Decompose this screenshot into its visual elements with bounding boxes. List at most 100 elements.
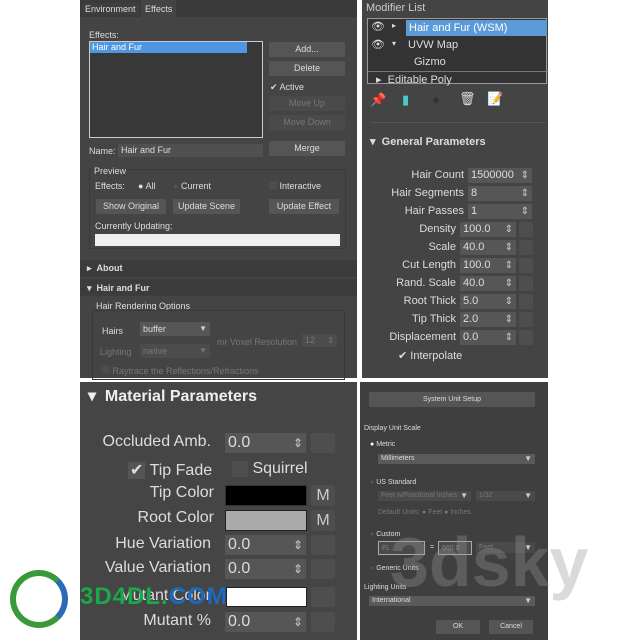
param-spinner[interactable]: 5.0 ⇕ <box>460 294 516 309</box>
value-variation-label: Value Variation <box>104 559 211 576</box>
param-label: Tip Thick <box>411 313 456 325</box>
param-map-button[interactable] <box>519 294 533 309</box>
add-button[interactable]: Add... <box>269 42 345 57</box>
display-unit-scale-label: Display Unit Scale <box>364 425 421 432</box>
mutant-percent-label: Mutant % <box>143 612 211 629</box>
merge-button[interactable]: Merge <box>269 141 345 156</box>
eye-icon[interactable]: 👁 <box>371 38 385 51</box>
hair-fur-rollout[interactable]: ▾ Hair and Fur <box>87 283 150 294</box>
metric-radio[interactable]: ● Metric <box>370 441 395 448</box>
tip-color-label: Tip Color <box>149 484 214 501</box>
param-map-button[interactable] <box>519 312 533 327</box>
currently-updating-label: Currently Updating: <box>95 221 173 231</box>
lighting-dropdown[interactable]: native ▼ <box>140 344 210 358</box>
lighting-label: Lighting <box>100 347 132 357</box>
radio-current[interactable]: ● Current <box>173 181 211 191</box>
tip-color-map-button[interactable]: M <box>311 485 335 506</box>
param-label: Hair Segments <box>391 187 464 199</box>
modifier-list-dropdown[interactable]: Modifier List <box>366 2 425 14</box>
param-spinner[interactable]: 40.0 ⇕ <box>460 276 516 291</box>
metric-dropdown[interactable]: Millimeters ▼ <box>378 454 535 464</box>
tab-environment[interactable]: Environment <box>82 3 139 15</box>
hue-variation-label: Hue Variation <box>115 535 211 552</box>
param-spinner[interactable]: 2.0 ⇕ <box>460 312 516 327</box>
move-down-button[interactable]: Move Down <box>269 115 345 130</box>
squirrel-checkbox[interactable]: Squirrel <box>232 460 308 478</box>
param-spinner[interactable]: 0.0 ⇕ <box>460 330 516 345</box>
param-spinner[interactable]: 1 ⇕ <box>468 204 532 219</box>
show-original-button[interactable]: Show Original <box>96 199 166 214</box>
root-color-swatch[interactable] <box>225 510 307 531</box>
root-color-map-button[interactable]: M <box>311 510 335 531</box>
units-panel: System Unit Setup Display Unit Scale ● M… <box>360 382 588 640</box>
param-map-button[interactable] <box>519 240 533 255</box>
param-map-button[interactable] <box>519 258 533 273</box>
cancel-button[interactable]: Cancel <box>489 620 533 634</box>
delete-button[interactable]: Delete <box>269 61 345 76</box>
configure-icon[interactable]: 📝 <box>487 91 503 107</box>
mutant-percent-spinner[interactable]: 0.0 ⇕ <box>225 612 306 632</box>
param-label: Root Thick <box>403 295 456 307</box>
effects-panel: Environment Effects Effects: Hair and Fu… <box>80 0 357 380</box>
param-label: Displacement <box>389 331 456 343</box>
stack-item-hair-and-fur[interactable]: Hair and Fur (WSM) <box>406 20 547 36</box>
trash-icon[interactable]: 🗑 <box>459 91 476 107</box>
raytrace-checkbox[interactable]: Raytrace the Reflections/Refractions <box>102 366 259 376</box>
voxel-spinner[interactable]: 12 ⇕ <box>302 334 337 347</box>
occluded-map-button[interactable] <box>311 433 335 453</box>
mutant-pct-map-button[interactable] <box>311 612 335 632</box>
voxel-label: mr Voxel Resolution <box>217 337 298 347</box>
3d4dl-text-logo: 3D4DL.COM <box>80 583 228 610</box>
param-spinner[interactable]: 8 ⇕ <box>468 186 532 201</box>
param-map-button[interactable] <box>519 276 533 291</box>
stack-item-editable-poly[interactable]: ▸ Editable Poly <box>376 73 452 86</box>
effects-list[interactable]: Hair and Fur <box>89 41 263 138</box>
move-up-button[interactable]: Move Up <box>269 96 345 111</box>
system-unit-setup-button[interactable]: System Unit Setup <box>369 392 535 407</box>
hue-map-button[interactable] <box>311 535 335 555</box>
pin-stack-icon[interactable]: 📌 <box>370 92 386 108</box>
mutant-color-swatch[interactable] <box>226 587 307 607</box>
tab-effects[interactable]: Effects <box>141 0 177 18</box>
occluded-spinner[interactable]: 0.0 ⇕ <box>225 433 306 453</box>
hairs-dropdown[interactable]: buffer ▼ <box>140 322 210 336</box>
preview-title: Preview <box>94 166 127 176</box>
param-spinner[interactable]: 1500000 ⇕ <box>468 168 532 183</box>
us-dropdown[interactable]: Feet w/Fractional Inches ▼ <box>378 491 471 501</box>
us-standard-radio[interactable]: ● US Standard <box>370 479 416 486</box>
param-spinner[interactable]: 40.0 ⇕ <box>460 240 516 255</box>
name-label: Name: <box>89 146 116 156</box>
list-item[interactable]: Hair and Fur <box>90 42 247 53</box>
param-map-button[interactable] <box>519 222 533 237</box>
stack-item-gizmo[interactable]: Gizmo <box>414 56 446 68</box>
about-rollout[interactable]: ▸ About <box>87 263 123 274</box>
active-label: Active <box>279 82 305 92</box>
radio-all[interactable]: ● All <box>138 181 155 191</box>
param-map-button[interactable] <box>519 330 533 345</box>
fraction-dropdown[interactable]: 1/32 ▼ <box>476 491 535 501</box>
active-checkbox[interactable]: ✔ Active <box>270 82 304 93</box>
ok-button[interactable]: OK <box>436 620 480 634</box>
interactive-checkbox[interactable]: Interactive <box>269 181 321 191</box>
tip-fade-checkbox[interactable]: ✔ Tip Fade <box>128 460 212 480</box>
tip-color-swatch[interactable] <box>225 485 307 506</box>
hue-variation-spinner[interactable]: 0.0 ⇕ <box>225 535 306 555</box>
hairs-label: Hairs <box>102 326 124 336</box>
value-map-button[interactable] <box>311 559 335 579</box>
show-end-result-icon[interactable]: ▮ <box>402 92 409 108</box>
root-color-label: Root Color <box>137 509 214 526</box>
param-label: Rand. Scale <box>396 277 456 289</box>
make-unique-icon[interactable]: ● <box>432 92 440 107</box>
mutant-map-button[interactable] <box>311 587 335 607</box>
interpolate-checkbox[interactable]: ✔ Interpolate <box>398 349 462 362</box>
eye-icon[interactable]: 👁 <box>371 20 385 33</box>
name-field[interactable]: Hair and Fur <box>118 144 263 157</box>
param-spinner[interactable]: 100.0 ⇕ <box>460 222 516 237</box>
stack-item-uvw-map[interactable]: UVW Map <box>408 39 458 51</box>
material-parameters-rollout[interactable]: ▾ Material Parameters <box>88 386 257 406</box>
param-spinner[interactable]: 100.0 ⇕ <box>460 258 516 273</box>
general-parameters-rollout[interactable]: ▾ General Parameters <box>370 135 486 148</box>
update-effect-button[interactable]: Update Effect <box>269 199 339 214</box>
update-scene-button[interactable]: Update Scene <box>173 199 240 214</box>
value-variation-spinner[interactable]: 0.0 ⇕ <box>225 559 306 579</box>
